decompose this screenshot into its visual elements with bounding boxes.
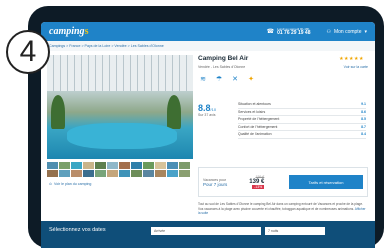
review-count: Sur 37 avis [198, 113, 216, 117]
account-menu[interactable]: ⚇ Mon compte ▾ [326, 29, 367, 35]
thumbnail[interactable] [107, 170, 118, 177]
main-photo[interactable] [47, 55, 193, 159]
map-pin-icon: ⊙ [49, 182, 53, 186]
site-logo[interactable]: campings [49, 26, 88, 37]
thumbnail[interactable] [119, 162, 130, 169]
star-rating: ★★★★★ [339, 56, 364, 62]
step-number-badge: 4 [6, 30, 50, 74]
thumbnail[interactable] [83, 170, 94, 177]
breadcrumb[interactable]: Campings > France > Pays de la Loire > V… [41, 41, 375, 51]
booking-box: Vacances pour Pour 7 jours 159 € 139 € -… [198, 167, 368, 197]
thumbnail[interactable] [95, 162, 106, 169]
thumbnail[interactable] [143, 170, 154, 177]
thumbnail[interactable] [131, 162, 142, 169]
date-selection-bar: Sélectionnez vos dates Arrivée 7 nuits [41, 221, 375, 248]
campsite-detail: ⊙ Voir le plan du camping Camping Bel Ai… [41, 51, 375, 248]
campsite-map-link[interactable]: ⊙ Voir le plan du camping [49, 182, 91, 186]
chevron-down-icon: ▾ [364, 28, 367, 35]
discount-badge: -13% [252, 185, 265, 189]
score-block: 8.8/10 Sur 37 avis [198, 103, 216, 117]
rating-row: Services et loisirs 8.6 [238, 109, 366, 116]
book-button[interactable]: Tarifs et réservation [289, 175, 363, 189]
thumbnail[interactable] [167, 162, 178, 169]
phone-number: 01 76 29 19 48 [277, 29, 311, 36]
photo-thumbnails [47, 162, 193, 177]
thumbnail[interactable] [71, 162, 82, 169]
thumbnail[interactable] [59, 170, 70, 177]
thumbnail[interactable] [119, 170, 130, 177]
thumbnail[interactable] [143, 162, 154, 169]
arrival-date-field[interactable]: Arrivée [151, 227, 261, 235]
thumbnail[interactable] [71, 170, 82, 177]
thumbnail[interactable] [179, 170, 190, 177]
photo-glass-roof [47, 55, 193, 91]
thumbnail[interactable] [83, 162, 94, 169]
rating-breakdown: Situation et alentours 9.1 Services et lo… [238, 101, 366, 139]
photo-pool [67, 123, 177, 149]
restaurant-icon: ✕ [232, 75, 238, 83]
campsite-description: Tout au sud de Les Sables d'Olonne le ca… [198, 202, 366, 216]
nights-select[interactable]: 7 nuits [265, 227, 325, 235]
rating-row: Situation et alentours 9.1 [238, 101, 366, 109]
thumbnail[interactable] [155, 162, 166, 169]
phone-contact[interactable]: ☎ Lundi au samedi 9h-18h 01 76 29 19 48 [266, 27, 311, 36]
tablet-screen: campings ☎ Lundi au samedi 9h-18h 01 76 … [41, 22, 375, 248]
phone-icon: ☎ [266, 29, 275, 35]
pool-icon: ≋ [200, 75, 206, 83]
thumbnail[interactable] [107, 162, 118, 169]
user-icon: ⚇ [326, 28, 331, 35]
thumbnail[interactable] [131, 170, 142, 177]
entertainment-icon: ✦ [248, 75, 254, 83]
photo-palm [51, 95, 65, 129]
see-on-map-link[interactable]: Voir sur la carte [344, 65, 368, 69]
thumbnail[interactable] [59, 162, 70, 169]
account-label: Mon compte [333, 28, 362, 35]
campsite-address: Vendée - Les Sables d'Olonne [198, 65, 246, 69]
service-icons: ≋ ☂ ✕ ✦ [198, 74, 368, 83]
rating-row: Confort de l'hébergement 8.7 [238, 124, 366, 131]
rating-row: Propreté de l'hébergement 8.5 [238, 116, 366, 124]
thumbnail[interactable] [47, 170, 58, 177]
top-navigation-bar: campings ☎ Lundi au samedi 9h-18h 01 76 … [41, 22, 375, 41]
beach-umbrella-icon: ☂ [215, 75, 223, 83]
photo-palm [167, 95, 181, 129]
thumbnail[interactable] [47, 162, 58, 169]
campsite-info-panel: Camping Bel Air ★★★★★ Vendée - Les Sable… [198, 55, 368, 215]
stay-duration[interactable]: Pour 7 jours [203, 182, 227, 187]
thumbnail[interactable] [167, 170, 178, 177]
thumbnail[interactable] [155, 170, 166, 177]
thumbnail[interactable] [95, 170, 106, 177]
thumbnail[interactable] [179, 162, 190, 169]
rating-row: Qualité de l'animation 8.4 [238, 131, 366, 139]
overall-score: 8.8/10 [198, 103, 217, 113]
